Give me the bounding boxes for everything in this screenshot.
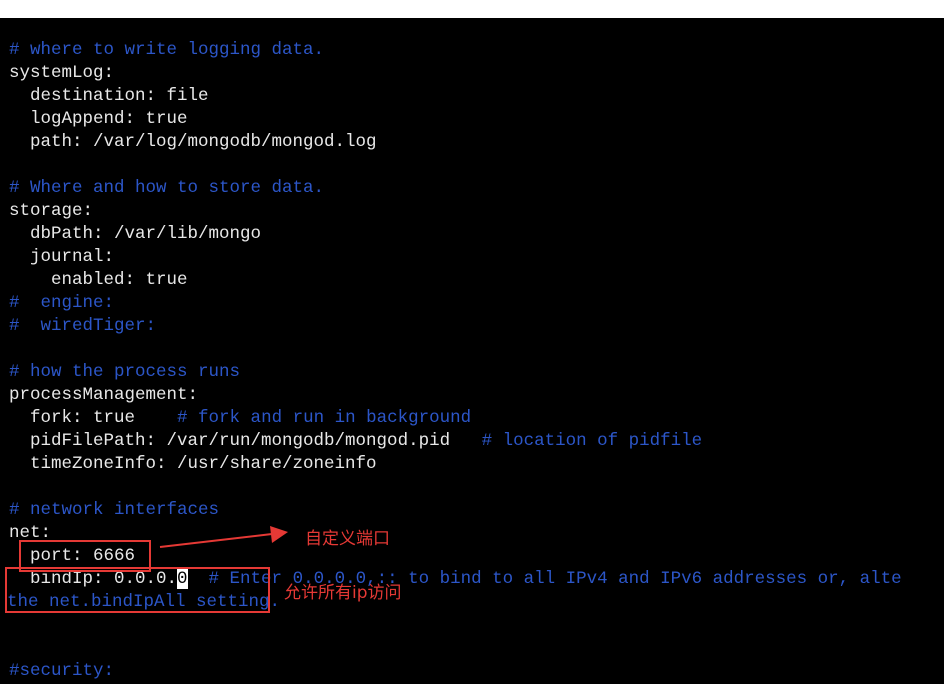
annotation-arrow-icon [159, 526, 288, 548]
port-annotation: 自定义端口 [305, 529, 390, 549]
bindip-annotation: 允许所有ip访问 [284, 583, 402, 603]
